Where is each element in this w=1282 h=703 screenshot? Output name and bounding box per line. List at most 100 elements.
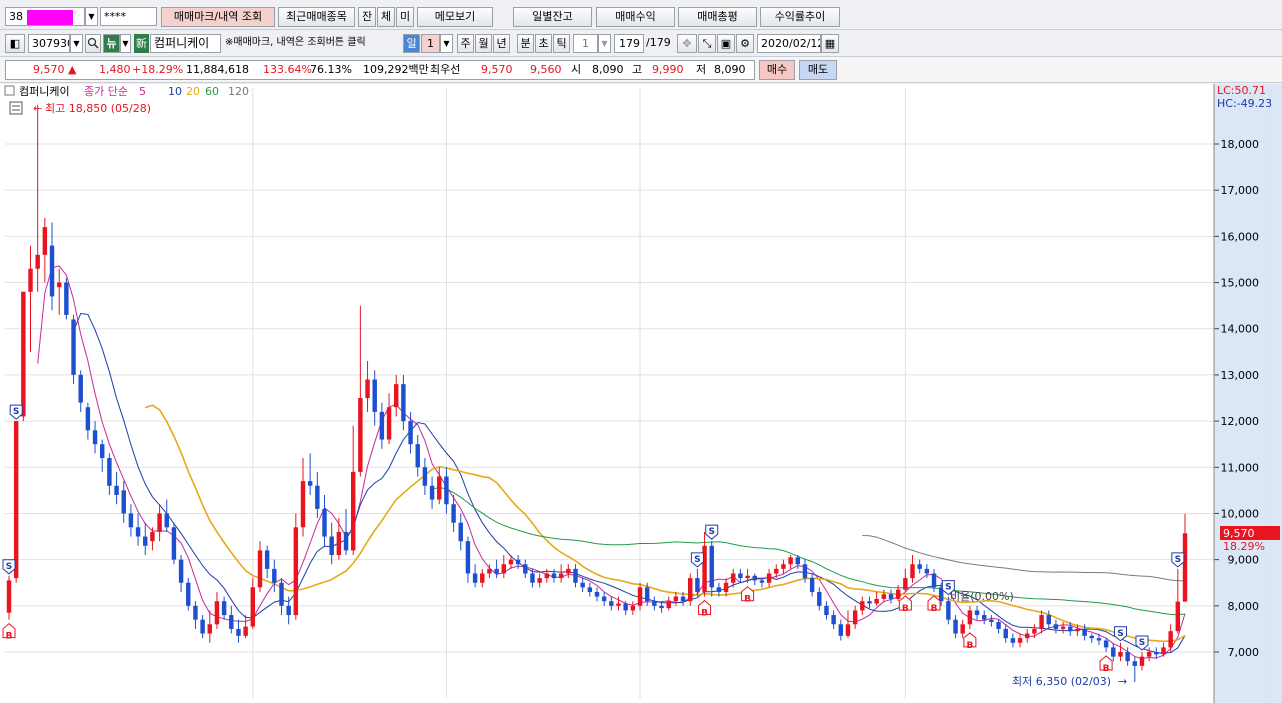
sell-signal-label: S (708, 527, 714, 537)
buy-signal-label: B (902, 604, 909, 614)
save-icon[interactable]: ▣ (717, 34, 735, 53)
period-value-field[interactable]: 1 (421, 34, 440, 53)
candle-body (960, 624, 965, 634)
candle-body (831, 615, 836, 625)
candle-body (401, 384, 406, 422)
candle-body (358, 398, 363, 472)
date-field[interactable]: 2020/02/12 (757, 34, 821, 53)
trade-mark-query-button[interactable]: 매매마크/내역 조회 (161, 7, 275, 27)
candle-body (745, 575, 750, 579)
panel-toggle-icon[interactable]: ◧ (5, 34, 25, 53)
daily-balance-button[interactable]: 일별잔고 (513, 7, 592, 27)
candle-body (895, 589, 901, 599)
return-trend-button[interactable]: 수익률추이 (760, 7, 840, 27)
sell-button[interactable]: 매도 (799, 60, 837, 80)
buy-button[interactable]: 매수 (759, 60, 795, 80)
price-chart[interactable]: BSSSBSBB BSBSB SS 7,0008,0009,00010,00011,… (0, 84, 1282, 703)
trade-profit-button[interactable]: 매매수익 (596, 7, 675, 27)
draw-tool-icon[interactable]: ⤡ (698, 34, 716, 53)
crosshair-icon[interactable]: ✥ (677, 34, 697, 53)
candle-body (243, 626, 248, 636)
candle-body (1132, 661, 1138, 666)
candle-body (824, 605, 829, 616)
candle-body (981, 615, 987, 620)
candle-body (996, 621, 1001, 629)
hint-text: ※매매마크, 내역은 조회버튼 클릭 (225, 37, 366, 48)
candle-body (788, 557, 793, 565)
balance-button[interactable]: 잔 (358, 7, 376, 27)
quote-price: 9,570 (33, 63, 65, 76)
chart-area[interactable]: BSSSBSBBBSBSBSS 7,000 8,000 9,000 10,000 11,… (0, 84, 1282, 703)
candle-body (171, 527, 177, 560)
period-day-tab[interactable]: 일 (403, 34, 420, 53)
candle-body (107, 458, 112, 486)
current-price-tag-text: 9,570 (1223, 527, 1255, 540)
candle-body (465, 541, 471, 574)
account-field[interactable]: 38 (5, 7, 85, 26)
stock-name-field: 컴퍼니케이 (150, 34, 221, 53)
candle-body (64, 282, 69, 315)
candle-body (587, 587, 593, 592)
candle-body (221, 601, 227, 616)
quote-amount: 109,292백만 (363, 63, 429, 76)
low-marker-label: 최저 6,350 (02/03) (1012, 675, 1111, 688)
candle-body (336, 531, 342, 556)
period-value-dropdown-icon[interactable]: ▼ (440, 34, 453, 53)
candle-body (623, 603, 628, 611)
candle-body (551, 573, 557, 579)
minute-dropdown-icon[interactable]: ▼ (598, 34, 611, 53)
candle-body (6, 580, 12, 613)
candle-body (1168, 631, 1173, 648)
minute-value-field[interactable]: 1 (573, 34, 598, 53)
candle-body (1175, 601, 1181, 632)
candle-body (652, 601, 657, 606)
unfilled-button[interactable]: 미 (396, 7, 414, 27)
memo-view-button[interactable]: 메모보기 (417, 7, 493, 27)
period-minute-tab[interactable]: 분 (517, 34, 534, 53)
table-toggle-icon[interactable] (9, 101, 23, 115)
filled-button[interactable]: 체 (377, 7, 395, 27)
password-field[interactable]: **** (100, 7, 157, 26)
candle-body (709, 545, 714, 588)
candle-body (178, 559, 184, 583)
bar-count-input[interactable]: 179 (614, 34, 644, 53)
gear-icon[interactable]: ⚙ (736, 34, 754, 53)
watchlist-dropdown-icon[interactable]: ▼ (120, 34, 131, 53)
candle-body (1154, 652, 1159, 655)
candle-body (953, 619, 958, 634)
period-month-tab[interactable]: 월 (475, 34, 492, 53)
candle-body (13, 421, 19, 579)
period-second-tab[interactable]: 초 (535, 34, 552, 53)
candle-body (580, 582, 585, 588)
candle-body (257, 550, 263, 588)
calendar-icon[interactable]: ▦ (821, 34, 839, 53)
sell-signal-label: S (694, 555, 700, 565)
recent-trades-button[interactable]: 최근매매종목 (278, 7, 355, 27)
candle-body (716, 587, 722, 592)
candle-body (766, 573, 772, 583)
candle-body (601, 596, 607, 602)
hc-label: HC:-49.23 (1217, 97, 1272, 110)
buy-signal-label: B (6, 632, 13, 642)
search-icon[interactable] (85, 34, 101, 53)
candle-body (128, 513, 134, 528)
period-year-tab[interactable]: 년 (493, 34, 510, 53)
high-marker-label: 최고 18,850 (05/28) (45, 102, 151, 115)
sell-signal-label: S (13, 407, 19, 417)
stock-code-input[interactable]: 307930 (28, 34, 70, 53)
ratio-note: 비율(0.00%) (950, 590, 1014, 603)
account-dropdown-icon[interactable]: ▼ (85, 7, 98, 26)
watchlist-icon[interactable]: 뉴 (103, 34, 120, 53)
bar-count-total: /179 (646, 36, 671, 49)
stock-code-dropdown-icon[interactable]: ▼ (70, 34, 83, 53)
quote-change: 1,480 (99, 63, 131, 76)
candle-body (49, 245, 55, 297)
trade-summary-button[interactable]: 매매총평 (678, 7, 757, 27)
period-week-tab[interactable]: 주 (457, 34, 474, 53)
candle-body (229, 615, 234, 629)
chart-stock-name: 컴퍼니케이 (19, 85, 70, 98)
candle-body (286, 605, 291, 616)
period-tick-tab[interactable]: 틱 (553, 34, 570, 53)
legend-box-icon (4, 85, 15, 96)
candle-body (680, 596, 686, 602)
